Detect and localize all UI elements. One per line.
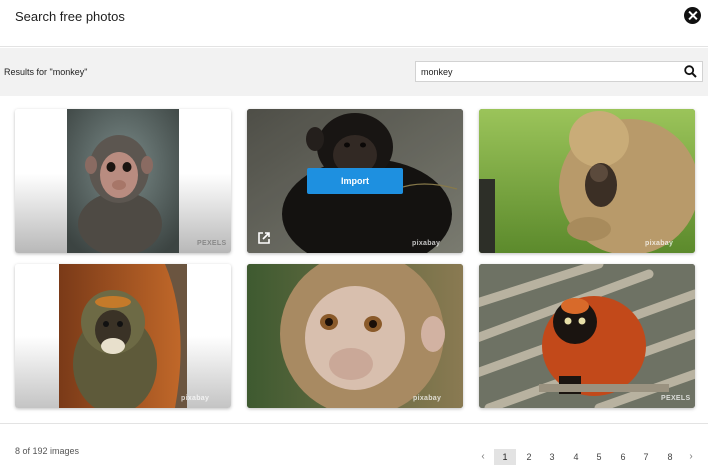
photo-thumbnail	[479, 264, 695, 408]
photo-thumbnail	[67, 109, 179, 253]
photo-card[interactable]: PEXELS	[479, 264, 695, 408]
page-8-button[interactable]: 8	[659, 449, 681, 465]
photo-card[interactable]: pixabay	[479, 109, 695, 253]
close-icon[interactable]	[684, 7, 701, 24]
photo-card[interactable]: pixabay	[15, 264, 231, 408]
photo-card[interactable]: Import pixabay	[247, 109, 463, 253]
page-4-button[interactable]: 4	[565, 449, 587, 465]
results-label: Results for "monkey"	[4, 67, 88, 77]
photo-card[interactable]: pixabay	[247, 264, 463, 408]
page-5-button[interactable]: 5	[588, 449, 610, 465]
photo-thumbnail	[59, 264, 187, 408]
source-watermark: PEXELS	[197, 240, 227, 247]
prev-page-button[interactable]: ‹	[472, 449, 494, 465]
photo-thumbnail	[479, 109, 695, 253]
external-link-icon[interactable]	[257, 231, 271, 245]
import-button[interactable]: Import	[307, 168, 403, 194]
photo-grid: PEXELS Import pixabay pixabay pixabay pi…	[0, 96, 708, 423]
search-input[interactable]	[416, 62, 678, 81]
page-6-button[interactable]: 6	[612, 449, 634, 465]
source-watermark: pixabay	[413, 395, 442, 402]
source-watermark: PEXELS	[661, 395, 691, 402]
next-page-button[interactable]: ›	[680, 449, 702, 465]
search-bar: Results for "monkey"	[0, 48, 708, 96]
photo-card[interactable]: PEXELS	[15, 109, 231, 253]
image-count: 8 of 192 images	[15, 446, 80, 456]
page-3-button[interactable]: 3	[541, 449, 563, 465]
page-7-button[interactable]: 7	[635, 449, 657, 465]
page-1-button[interactable]: 1	[494, 449, 516, 465]
source-watermark: pixabay	[645, 240, 674, 247]
source-watermark: pixabay	[181, 395, 210, 402]
modal-title: Search free photos	[15, 9, 125, 24]
photo-thumbnail	[247, 264, 463, 408]
page-2-button[interactable]: 2	[518, 449, 540, 465]
modal-header: Search free photos	[0, 0, 708, 47]
search-icon[interactable]	[684, 65, 697, 78]
source-watermark: pixabay	[412, 240, 441, 247]
search-box	[415, 61, 703, 82]
pagination-footer: 8 of 192 images ‹ 1 2 3 4 5 6 7 8 ›	[0, 423, 708, 471]
